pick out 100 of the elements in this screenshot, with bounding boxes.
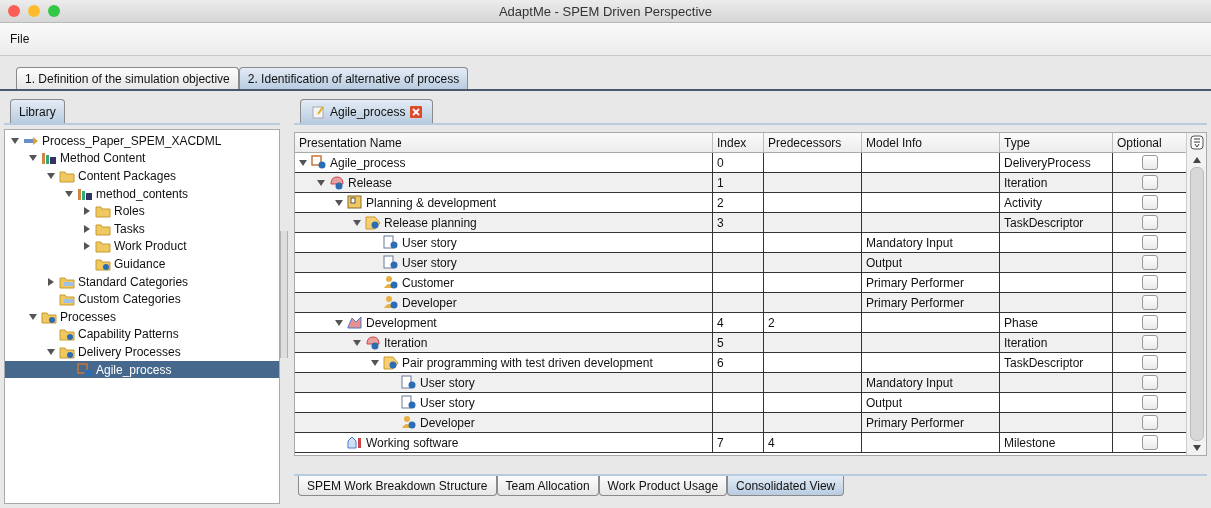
expand-arrow-icon[interactable] [11, 136, 19, 145]
checkbox[interactable] [1141, 215, 1158, 230]
checkbox[interactable] [1141, 375, 1158, 390]
library-tab[interactable]: Library [10, 99, 65, 123]
column-header[interactable]: Model Info [862, 133, 1000, 152]
splitter-handle[interactable] [280, 231, 288, 358]
column-header[interactable]: Type [1000, 133, 1113, 152]
table-cell: 2 [768, 315, 775, 330]
tab[interactable]: 1. Definition of the simulation objective [16, 67, 239, 89]
table-cell: Iteration [1004, 335, 1048, 350]
expand-arrow-icon[interactable] [317, 178, 325, 187]
folder-icon [59, 274, 75, 289]
tree-item[interactable]: Guidance [5, 255, 280, 273]
expand-arrow-icon[interactable] [299, 158, 307, 167]
tree-item[interactable]: Standard Categories [5, 272, 280, 291]
folder-icon [95, 256, 111, 271]
tab[interactable]: 2. Identification of alternative of process [238, 67, 469, 89]
expand-arrow-icon[interactable] [29, 154, 37, 163]
checkbox[interactable] [1141, 295, 1158, 310]
tree-item[interactable]: Custom Categories [5, 290, 280, 308]
scroll-up-arrow-icon[interactable] [1192, 156, 1201, 164]
checkbox[interactable] [1141, 155, 1158, 170]
checkbox[interactable] [1141, 315, 1158, 330]
folder-icon [95, 239, 111, 254]
tree-item[interactable]: Capability Patterns [5, 325, 280, 344]
close-icon[interactable] [410, 105, 423, 118]
collapse-arrow-icon[interactable] [83, 207, 91, 216]
column-header[interactable]: Optional [1113, 133, 1186, 152]
tree-item[interactable]: Work Product [5, 237, 280, 256]
tab[interactable]: Team Allocation [496, 476, 599, 496]
checkbox[interactable] [1141, 355, 1158, 370]
expand-arrow-icon[interactable] [353, 338, 361, 347]
folder-icon [41, 309, 57, 324]
menu-item[interactable]: File [10, 32, 30, 46]
table-cell: Pair programming with test driven development [402, 355, 653, 370]
column-header[interactable]: Index [713, 133, 764, 152]
checkbox[interactable] [1141, 255, 1158, 270]
tree-item[interactable]: Content Packages [5, 167, 280, 185]
table-cell: Developer [420, 415, 475, 430]
collapse-arrow-icon[interactable] [83, 224, 91, 233]
table-cell: 4 [717, 315, 724, 330]
expand-arrow-icon[interactable] [29, 312, 37, 321]
table-cell: 7 [717, 435, 724, 450]
tree-item[interactable]: Roles [5, 202, 280, 220]
tab[interactable]: Consolidated View [727, 476, 845, 496]
expand-arrow-icon[interactable] [65, 189, 73, 198]
expand-arrow-icon[interactable] [47, 347, 55, 356]
tree-item[interactable]: Method Content [5, 149, 280, 168]
checkbox[interactable] [1141, 395, 1158, 410]
collapse-arrow-icon[interactable] [83, 242, 91, 251]
scroll-down-arrow-icon[interactable] [1192, 444, 1201, 452]
person-icon [401, 415, 417, 430]
collapse-arrow-icon[interactable] [47, 277, 55, 286]
tree-item[interactable]: Delivery Processes [5, 343, 280, 361]
checkbox[interactable] [1141, 275, 1158, 290]
column-chooser-icon[interactable] [1189, 135, 1204, 151]
tree-item[interactable]: method_contents [5, 184, 280, 203]
expand-arrow-icon[interactable] [335, 318, 343, 327]
expand-arrow-icon[interactable] [47, 172, 55, 180]
tab[interactable]: Work Product Usage [598, 476, 728, 496]
editor-tab[interactable]: Agile_process [300, 99, 434, 123]
tab[interactable]: SPEM Work Breakdown Structure [298, 476, 497, 496]
table-cell: Developer [402, 295, 457, 310]
table-cell: User story [402, 255, 457, 270]
document-icon [311, 104, 325, 119]
tree-item[interactable]: Processes [5, 307, 280, 326]
tree-item[interactable]: Agile_process [5, 360, 280, 379]
table-cell: TaskDescriptor [1004, 355, 1084, 370]
checkbox[interactable] [1141, 415, 1158, 430]
table-cell: Primary Performer [866, 275, 964, 290]
person-icon [383, 275, 399, 290]
table-cell: User story [420, 395, 475, 410]
table-cell: TaskDescriptor [1004, 215, 1084, 230]
checkbox[interactable] [1141, 195, 1158, 210]
expand-arrow-icon[interactable] [371, 358, 379, 367]
table-cell: Primary Performer [866, 415, 964, 430]
tree-item[interactable]: Process_Paper_SPEM_XACDML [5, 132, 280, 150]
checkbox[interactable] [1141, 235, 1158, 250]
checkbox[interactable] [1141, 435, 1158, 450]
table-cell: Agile_process [330, 155, 406, 170]
table-cell: Output [866, 395, 903, 410]
table-cell: 0 [717, 155, 724, 170]
table-cell: Activity [1004, 195, 1042, 210]
close-window-button[interactable] [8, 5, 20, 17]
column-header[interactable]: Predecessors [764, 133, 862, 152]
table-cell: DeliveryProcess [1004, 155, 1091, 170]
table-cell: 1 [717, 175, 724, 190]
expand-arrow-icon[interactable] [353, 218, 361, 227]
checkbox[interactable] [1141, 335, 1158, 350]
table-cell: Mandatory Input [866, 375, 953, 390]
window-title: AdaptMe - SPEM Driven Perspective [498, 3, 713, 19]
tree-item[interactable]: Tasks [5, 219, 280, 238]
expand-arrow-icon[interactable] [335, 198, 343, 207]
checkbox[interactable] [1141, 175, 1158, 190]
books-icon [77, 186, 93, 201]
table-cell: Phase [1004, 315, 1039, 330]
table-cell: Iteration [384, 335, 428, 350]
table-cell: User story [402, 235, 457, 250]
column-header[interactable]: Presentation Name [295, 133, 713, 152]
person-icon [383, 295, 399, 310]
